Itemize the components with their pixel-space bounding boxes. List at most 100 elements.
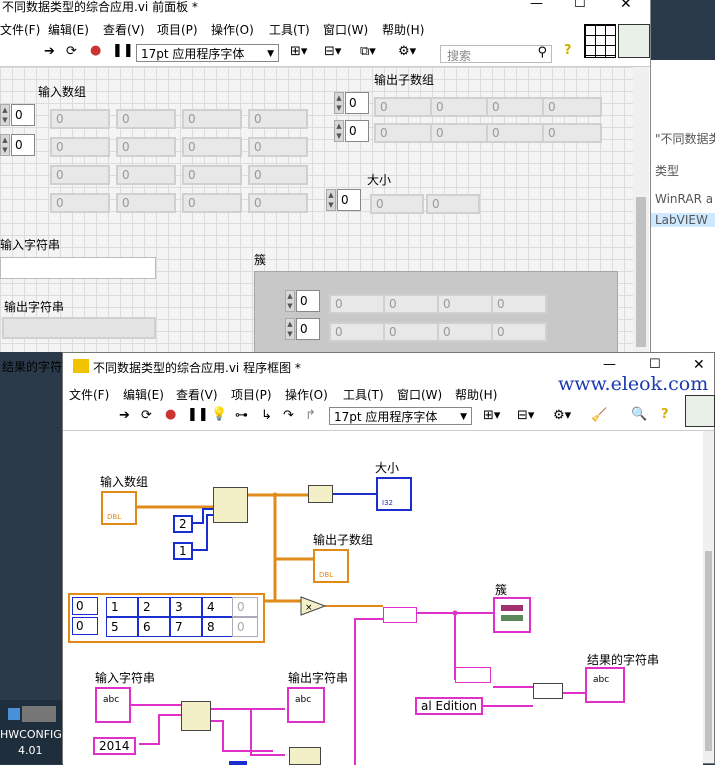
array-cell[interactable]: 0 xyxy=(50,137,110,157)
fp-menu-help[interactable]: 帮助(H) xyxy=(382,21,424,38)
index-value[interactable]: 0 xyxy=(345,92,369,114)
array-cell[interactable]: 0 xyxy=(50,109,110,129)
bd-menu-window[interactable]: 窗口(W) xyxy=(397,386,442,403)
bd-scrollbar-thumb[interactable] xyxy=(705,551,712,751)
step-over-icon[interactable]: ↷ xyxy=(283,408,294,423)
explorer-column-type[interactable]: 类型 xyxy=(655,162,679,179)
array-const-cell[interactable]: 4 xyxy=(202,597,234,617)
run-arrow-icon[interactable]: ➔ xyxy=(119,408,130,423)
string-subset-node[interactable] xyxy=(181,701,211,731)
abort-icon[interactable]: ● xyxy=(90,43,101,58)
bd-menu-operate[interactable]: 操作(O) xyxy=(285,386,328,403)
unbundle-node[interactable] xyxy=(455,667,491,683)
array-cell[interactable]: 0 xyxy=(116,193,176,213)
fp-font-selector[interactable]: 17pt 应用程序字体 ▼ xyxy=(136,44,279,62)
partial-numeric-const[interactable] xyxy=(229,761,247,765)
retain-wire-values-icon[interactable]: ⊶ xyxy=(235,408,248,423)
array-cell[interactable]: 0 xyxy=(248,193,308,213)
index-value[interactable]: 0 xyxy=(337,189,361,211)
align-objects-icon[interactable]: ⊞▾ xyxy=(483,408,500,423)
fp-menu-window[interactable]: 窗口(W) xyxy=(323,21,368,38)
concatenate-strings-node[interactable] xyxy=(533,683,563,699)
bd-vertical-scrollbar[interactable] xyxy=(703,431,714,763)
array-cell[interactable]: 0 xyxy=(248,137,308,157)
cluster-terminal[interactable] xyxy=(493,597,531,633)
spinner-icon[interactable]: ▲ ▼ xyxy=(334,120,344,142)
array-cell[interactable]: 0 xyxy=(116,109,176,129)
fp-minimize-button[interactable]: — xyxy=(530,0,543,11)
bd-close-button[interactable]: ✕ xyxy=(693,357,705,373)
size-terminal[interactable]: I32 xyxy=(376,477,412,511)
fp-input-array-index-row[interactable]: ▲ ▼ 0 xyxy=(0,104,36,126)
fp-menu-file[interactable]: 文件(F) xyxy=(0,21,40,38)
search-replace-node[interactable] xyxy=(289,747,321,765)
const-edition[interactable]: al Edition xyxy=(415,697,484,715)
spinner-icon[interactable]: ▲ ▼ xyxy=(326,189,336,211)
index-value[interactable]: 0 xyxy=(11,104,35,126)
const-2[interactable]: 2 xyxy=(173,515,193,533)
array-const-cell[interactable]: 0 xyxy=(232,597,258,617)
highlight-execution-icon[interactable]: 💡 xyxy=(211,407,227,422)
explorer-row-labview[interactable]: LabVIEW xyxy=(649,213,715,227)
output-string-terminal[interactable]: abc xyxy=(287,687,325,723)
array-const-index[interactable]: 0 xyxy=(72,597,98,615)
array-cell[interactable]: 0 xyxy=(116,137,176,157)
array-subset-node[interactable] xyxy=(213,487,248,523)
wire-string-branch[interactable] xyxy=(250,709,285,756)
array-cell[interactable]: 0 xyxy=(248,109,308,129)
cluster-index-col[interactable]: ▲ ▼ 0 xyxy=(285,318,321,340)
fp-close-button[interactable]: ✕ xyxy=(620,0,632,12)
array-cell[interactable]: 0 xyxy=(182,193,242,213)
index-value[interactable]: 0 xyxy=(296,290,320,312)
clean-up-diagram-icon[interactable]: 🧹 xyxy=(591,408,607,423)
bd-menu-help[interactable]: 帮助(H) xyxy=(455,386,497,403)
help-icon[interactable]: ? xyxy=(661,407,669,422)
spinner-icon[interactable]: ▲ ▼ xyxy=(285,318,295,340)
explorer-row-winrar[interactable]: WinRAR a xyxy=(655,192,713,206)
connector-pane-icon[interactable] xyxy=(584,24,616,58)
desktop-shortcut-hwconfig[interactable]: HWCONFIG 4.01 xyxy=(0,700,62,764)
bd-font-selector[interactable]: 17pt 应用程序字体 ▼ xyxy=(329,407,472,425)
pause-icon[interactable]: ❚❚ xyxy=(112,43,134,58)
run-continuously-icon[interactable]: ⟳ xyxy=(141,408,152,423)
fp-menu-operate[interactable]: 操作(O) xyxy=(211,21,254,38)
fp-vertical-scrollbar[interactable] xyxy=(633,67,649,352)
fp-output-subarray-index-row[interactable]: ▲ ▼ 0 xyxy=(334,92,370,114)
vi-icon[interactable] xyxy=(618,24,650,58)
wire-cluster-string[interactable] xyxy=(354,618,401,765)
array-const-cell[interactable]: 6 xyxy=(138,617,170,637)
array-cell[interactable]: 0 xyxy=(116,165,176,185)
array-const-cell[interactable]: 5 xyxy=(106,617,138,637)
array-cell[interactable]: 0 xyxy=(182,137,242,157)
input-string-terminal[interactable]: abc xyxy=(95,687,131,723)
fp-menu-tools[interactable]: 工具(T) xyxy=(269,21,310,38)
fp-menu-project[interactable]: 项目(P) xyxy=(157,21,198,38)
fp-menu-view[interactable]: 查看(V) xyxy=(103,21,145,38)
align-objects-icon[interactable]: ⊞▾ xyxy=(290,44,307,59)
bundle-node[interactable] xyxy=(383,607,417,623)
help-icon[interactable]: ? xyxy=(564,43,572,58)
bd-menu-edit[interactable]: 编辑(E) xyxy=(123,386,164,403)
pause-icon[interactable]: ❚❚ xyxy=(187,407,209,422)
index-value[interactable]: 0 xyxy=(11,134,35,156)
search-icon[interactable]: ⚲ xyxy=(537,45,547,60)
vi-icon[interactable] xyxy=(685,395,715,427)
wire-string-sub[interactable] xyxy=(211,720,273,752)
array-cell[interactable]: 0 xyxy=(50,193,110,213)
array-const-cell[interactable]: 2 xyxy=(138,597,170,617)
bd-maximize-button[interactable]: ☐ xyxy=(649,357,661,372)
spinner-icon[interactable]: ▲ ▼ xyxy=(0,104,10,126)
bd-menu-file[interactable]: 文件(F) xyxy=(69,386,109,403)
bd-menu-tools[interactable]: 工具(T) xyxy=(343,386,384,403)
fp-output-subarray-index-col[interactable]: ▲ ▼ 0 xyxy=(334,120,370,142)
array-const-cell[interactable]: 3 xyxy=(170,597,202,617)
array-constant[interactable]: 0 0 1 2 3 4 0 5 6 7 8 0 xyxy=(68,593,265,643)
bd-menu-view[interactable]: 查看(V) xyxy=(176,386,218,403)
input-array-terminal[interactable]: DBL xyxy=(101,491,137,525)
run-arrow-icon[interactable]: ➔ xyxy=(44,44,55,59)
resize-objects-icon[interactable]: ⧉▾ xyxy=(360,44,376,59)
distribute-objects-icon[interactable]: ⊟▾ xyxy=(517,408,534,423)
array-size-node[interactable] xyxy=(308,485,333,503)
fp-maximize-button[interactable]: ☐ xyxy=(574,0,586,11)
spinner-icon[interactable]: ▲ ▼ xyxy=(0,134,10,156)
